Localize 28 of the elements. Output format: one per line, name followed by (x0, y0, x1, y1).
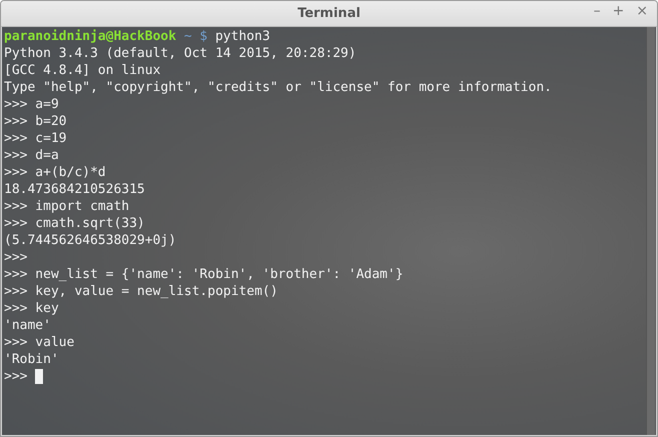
terminal-line: >>> key (4, 300, 59, 317)
terminal-line: (5.744562646538029+0j) (4, 232, 176, 249)
terminal-line: >>> c=19 (4, 130, 67, 147)
prompt-user-host: paranoidninja@HackBook (4, 28, 176, 45)
window-title: Terminal (298, 6, 360, 21)
window-control-button[interactable]: × (633, 3, 651, 19)
terminal-line: Python 3.4.3 (default, Oct 14 2015, 20:28:29) (4, 45, 356, 62)
terminal-line: >>> (4, 249, 28, 266)
prompt-path: ~ (184, 28, 192, 45)
terminal-line: 18.473684210526315 (4, 181, 145, 198)
window-control-button[interactable]: + (610, 3, 628, 19)
terminal-line: >>> d=a (4, 147, 59, 164)
terminal-input-line: >>> (4, 368, 28, 385)
terminal-line: >>> a+(b/c)*d (4, 164, 106, 181)
terminal-line: 'Robin' (4, 351, 59, 368)
terminal-line: >>> value (4, 334, 74, 351)
terminal-line: >>> key, value = new_list.popitem() (4, 283, 278, 300)
prompt-symbol: $ (200, 28, 208, 45)
terminal-line: Type "help", "copyright", "credits" or "license" for more information. (4, 79, 552, 96)
terminal-line: >>> a=9 (4, 96, 59, 113)
terminal-line: [GCC 4.8.4] on linux (4, 62, 161, 79)
terminal-line: >>> cmath.sqrt(33) (4, 215, 145, 232)
terminal-line: >>> new_list = {'name': 'Robin', 'brother': 'Adam'} (4, 266, 404, 283)
shell-command: python3 (215, 28, 270, 45)
terminal-line: >>> import cmath (4, 198, 130, 215)
terminal-line: >>> b=20 (4, 113, 67, 130)
window-control-button[interactable]: – (590, 3, 604, 19)
terminal-line: 'name' (4, 317, 51, 334)
